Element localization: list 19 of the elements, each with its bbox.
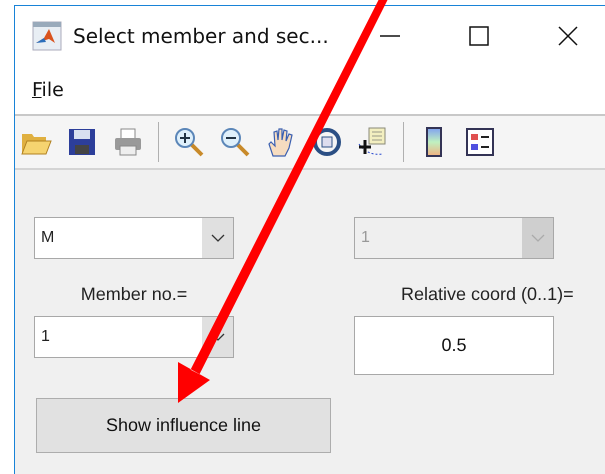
zoom-out-icon[interactable] [219,126,251,158]
menu-item[interactable]: File [32,78,64,100]
printer-icon[interactable] [112,126,144,158]
legend-icon[interactable] [464,126,496,158]
window-title: Select member and sec... [73,24,329,48]
member-label: Member no.= [80,284,188,305]
show-influence-button[interactable]: Show influence line [36,398,331,453]
member-dropdown[interactable]: 1 [34,316,234,358]
zoom-in-icon[interactable] [173,126,205,158]
app-icon [32,20,62,50]
maximize-icon[interactable] [468,26,489,46]
rotate-icon[interactable] [311,126,343,158]
save-icon[interactable] [66,126,98,158]
close-icon[interactable] [558,26,578,46]
coord-field[interactable]: 0.5 [354,316,554,375]
result-dropdown[interactable]: M [34,217,234,259]
coord-label: Relative coord (0..1)= [401,284,574,305]
chevron-icon [210,234,224,242]
chevron-icon [530,234,544,242]
